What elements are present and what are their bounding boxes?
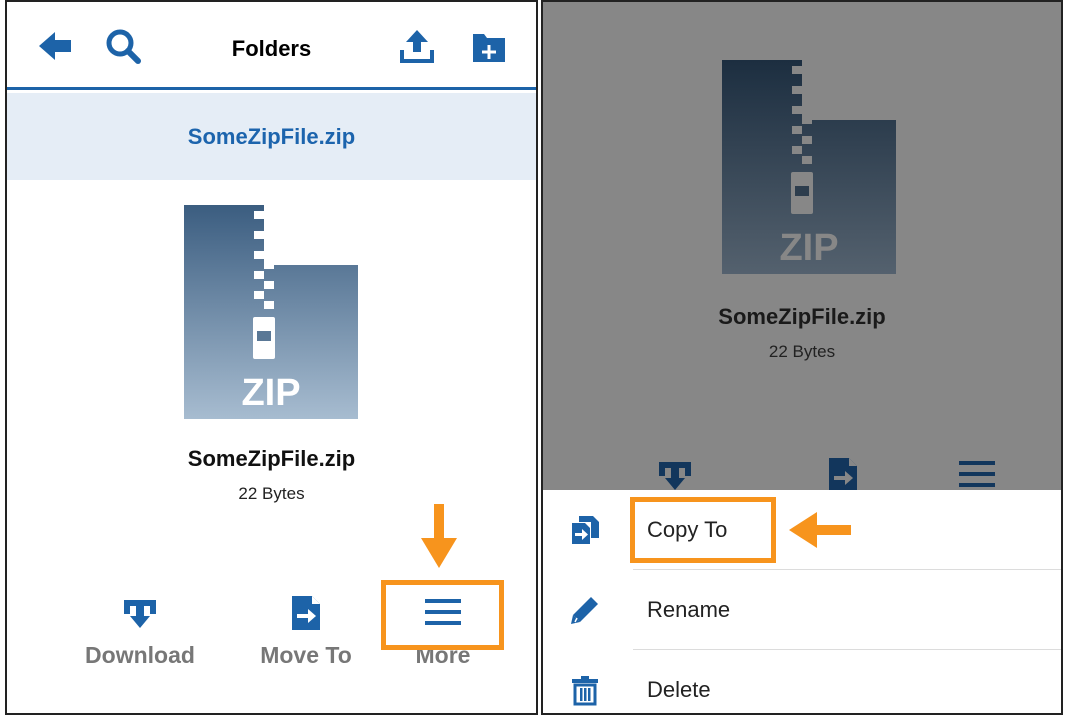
- menu-item-rename[interactable]: Rename: [543, 570, 1061, 650]
- move-to-icon: [292, 596, 320, 630]
- download-icon: [124, 600, 156, 628]
- file-name: SomeZipFile.zip: [718, 304, 886, 329]
- zip-file-icon: ZIP: [722, 60, 896, 274]
- annotation-highlight-more: [381, 580, 504, 650]
- context-menu-panel: ZIP SomeZipFile.zip 22 Bytes Copy To Ren…: [541, 0, 1063, 715]
- download-label: Download: [85, 642, 195, 668]
- download-icon: [659, 462, 691, 490]
- file-detail-panel: Folders SomeZipFile.zip ZIP SomeZipFile.…: [5, 0, 538, 715]
- file-title-bar: SomeZipFile.zip: [7, 93, 536, 180]
- hamburger-menu-icon: [959, 461, 995, 487]
- new-folder-icon[interactable]: [471, 28, 507, 64]
- delete-label: Delete: [647, 677, 711, 702]
- zip-file-icon: ZIP: [184, 205, 358, 419]
- move-to-button[interactable]: Move To: [231, 592, 381, 669]
- dimmed-background[interactable]: ZIP SomeZipFile.zip 22 Bytes: [543, 2, 1061, 492]
- rename-label: Rename: [647, 597, 731, 622]
- trash-icon: [572, 676, 598, 706]
- annotation-highlight-copy-to: [630, 497, 776, 563]
- move-to-icon: [829, 458, 857, 492]
- download-button[interactable]: Download: [65, 592, 215, 669]
- move-to-label: Move To: [260, 642, 352, 668]
- copy-to-icon: [571, 516, 599, 544]
- file-name: SomeZipFile.zip: [187, 446, 356, 471]
- pencil-icon: [571, 597, 598, 624]
- zip-badge: ZIP: [241, 372, 300, 414]
- file-size: 22 Bytes: [238, 484, 305, 503]
- zip-badge: ZIP: [779, 227, 838, 269]
- upload-icon[interactable]: [399, 28, 435, 64]
- annotation-left-arrow-icon: [789, 512, 851, 548]
- file-size: 22 Bytes: [768, 342, 836, 361]
- app-header: Folders: [7, 2, 536, 90]
- menu-item-delete[interactable]: Delete: [543, 650, 1061, 713]
- page-title: Folders: [231, 36, 312, 61]
- annotation-down-arrow-icon: [421, 504, 457, 568]
- file-title: SomeZipFile.zip: [187, 123, 356, 149]
